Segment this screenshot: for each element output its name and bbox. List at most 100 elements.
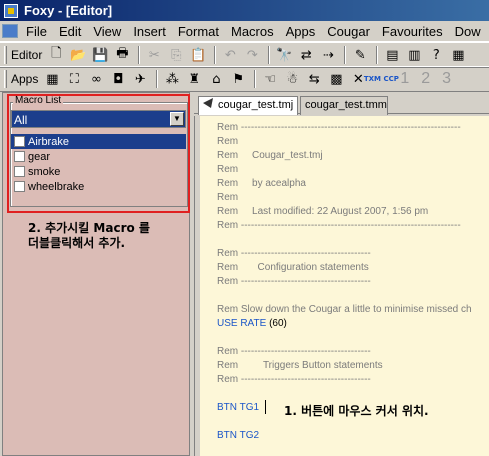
- txm-ccp-badge[interactable]: TXM CCP: [364, 69, 399, 89]
- code-line: Rem ------------------------------------…: [217, 122, 461, 133]
- tab-cougar-test-tmm[interactable]: cougar_test.tmm: [300, 96, 388, 115]
- editor-tabbar: cougar_test.tmj cougar_test.tmm: [194, 94, 489, 115]
- new-file-icon[interactable]: 🗋: [46, 45, 66, 65]
- code-line: Rem Configuration statements: [217, 262, 369, 273]
- app-9-icon[interactable]: ⚑: [228, 69, 248, 89]
- code-line: BTN TG2: [217, 429, 489, 443]
- tab-cougar-test-tmj[interactable]: cougar_test.tmj: [198, 96, 298, 115]
- bookmark-icon[interactable]: ✎: [350, 45, 370, 65]
- note-line: 2. 추가시킬 Macro 를: [28, 221, 150, 235]
- toolbar-separator: [254, 70, 257, 88]
- file-icon: [203, 98, 213, 108]
- code-line: Rem ------------------------------------…: [217, 346, 371, 357]
- document-system-icon[interactable]: [2, 24, 18, 38]
- toolbar-grip[interactable]: [4, 70, 7, 88]
- find-replace-icon[interactable]: ⇄: [296, 45, 316, 65]
- code-line: Rem ------------------------------------…: [217, 220, 461, 231]
- undo-icon[interactable]: ↶: [220, 45, 240, 65]
- print-icon[interactable]: 🖶: [112, 45, 132, 65]
- menu-insert[interactable]: Insert: [127, 24, 172, 39]
- editor-lines: Rem ------------------------------------…: [217, 121, 489, 443]
- code-line: Rem: [217, 192, 239, 203]
- editor-gutter: [195, 116, 200, 456]
- menu-cougar[interactable]: Cougar: [321, 24, 376, 39]
- toolbar-separator: [156, 70, 159, 88]
- toolbar-separator: [138, 46, 141, 64]
- menu-download[interactable]: Dow: [449, 24, 487, 39]
- app-1-icon[interactable]: ▦: [42, 69, 62, 89]
- menu-macros[interactable]: Macros: [225, 24, 280, 39]
- app-4-icon[interactable]: ◘: [108, 69, 128, 89]
- panel-help-icon[interactable]: ?: [426, 45, 446, 65]
- panel-1-icon[interactable]: ▤: [382, 45, 402, 65]
- app-12-icon[interactable]: ⇆: [304, 69, 324, 89]
- app-3-icon[interactable]: ∞: [86, 69, 106, 89]
- app-6-icon[interactable]: ⁂: [162, 69, 182, 89]
- instruction-note-right: 1. 버튼에 마우스 커서 위치.: [284, 404, 429, 418]
- text-caret: [265, 400, 266, 414]
- title-bar: Foxy - [Editor]: [0, 0, 489, 21]
- preset-1-button[interactable]: 1: [400, 70, 409, 88]
- code-line: Rem ------------------------------------…: [217, 248, 371, 259]
- redo-icon[interactable]: ↷: [242, 45, 262, 65]
- menu-favourites[interactable]: Favourites: [376, 24, 449, 39]
- note-line: 더블클릭해서 추가.: [28, 236, 126, 250]
- copy-icon[interactable]: ⎘: [166, 45, 186, 65]
- toolbar-separator: [214, 46, 217, 64]
- preset-3-button[interactable]: 3: [442, 70, 451, 88]
- app-7-icon[interactable]: ♜: [184, 69, 204, 89]
- cut-icon[interactable]: ✂: [144, 45, 164, 65]
- toolbar-separator: [268, 46, 271, 64]
- tab-label: cougar_test.tmm: [305, 99, 387, 111]
- save-icon[interactable]: 💾: [90, 45, 110, 65]
- code-line: Rem ------------------------------------…: [217, 276, 371, 287]
- editor-toolbar: Editor 🗋 📂 💾 🖶 ✂ ⎘ 📋 ↶ ↷ 🔭 ⇄ ⇢ ✎ ▤ ▥ ? ▦: [0, 42, 489, 68]
- highlight-box: [7, 94, 190, 213]
- code-editor[interactable]: Rem ------------------------------------…: [194, 116, 489, 456]
- menu-file[interactable]: File: [20, 24, 53, 39]
- editor-toolbar-label: Editor: [11, 48, 43, 62]
- menu-bar: File Edit View Insert Format Macros Apps…: [0, 21, 489, 42]
- code-line: Rem: [217, 164, 239, 175]
- code-line: USE RATE (60): [217, 317, 489, 331]
- panel-2-icon[interactable]: ▥: [404, 45, 424, 65]
- code-line: Rem ------------------------------------…: [217, 374, 371, 385]
- code-line: Rem: [217, 136, 239, 147]
- code-line: Rem Last modified: 22 August 2007, 1:56 …: [217, 206, 429, 217]
- find-icon[interactable]: 🔭: [274, 45, 294, 65]
- instruction-note-left: 2. 추가시킬 Macro 를 더블클릭해서 추가.: [28, 221, 150, 251]
- code-line: Rem Slow down the Cougar a little to min…: [217, 304, 472, 315]
- preset-2-button[interactable]: 2: [421, 70, 430, 88]
- app-8-icon[interactable]: ⌂: [206, 69, 226, 89]
- app-10-icon[interactable]: ☜: [260, 69, 280, 89]
- apps-toolbar-label: Apps: [11, 72, 39, 86]
- menu-edit[interactable]: Edit: [53, 24, 87, 39]
- code-keyword: USE RATE: [217, 318, 267, 329]
- menu-format[interactable]: Format: [172, 24, 225, 39]
- code-line: Rem Triggers Button statements: [217, 360, 383, 371]
- open-folder-icon[interactable]: 📂: [68, 45, 88, 65]
- paste-icon[interactable]: 📋: [188, 45, 208, 65]
- find-next-icon[interactable]: ⇢: [318, 45, 338, 65]
- app-2-icon[interactable]: ⛶: [64, 69, 84, 89]
- app-11-icon[interactable]: ☃: [282, 69, 302, 89]
- app-icon: [4, 3, 18, 18]
- toolbar-grip[interactable]: [4, 46, 7, 64]
- menu-view[interactable]: View: [87, 24, 127, 39]
- code-line: Rem Cougar_test.tmj: [217, 150, 323, 161]
- panel-4-icon[interactable]: ▦: [448, 45, 468, 65]
- code-argument: (60): [269, 318, 287, 329]
- app-5-icon[interactable]: ✈: [130, 69, 150, 89]
- toolbar-separator: [376, 46, 379, 64]
- code-line: Rem by acealpha: [217, 178, 306, 189]
- code-keyword: BTN TG2: [217, 430, 260, 441]
- code-keyword: BTN TG1: [217, 402, 260, 413]
- app-13-icon[interactable]: ▩: [326, 69, 346, 89]
- window-title: Foxy - [Editor]: [24, 3, 113, 18]
- menu-apps[interactable]: Apps: [280, 24, 322, 39]
- toolbar-separator: [344, 46, 347, 64]
